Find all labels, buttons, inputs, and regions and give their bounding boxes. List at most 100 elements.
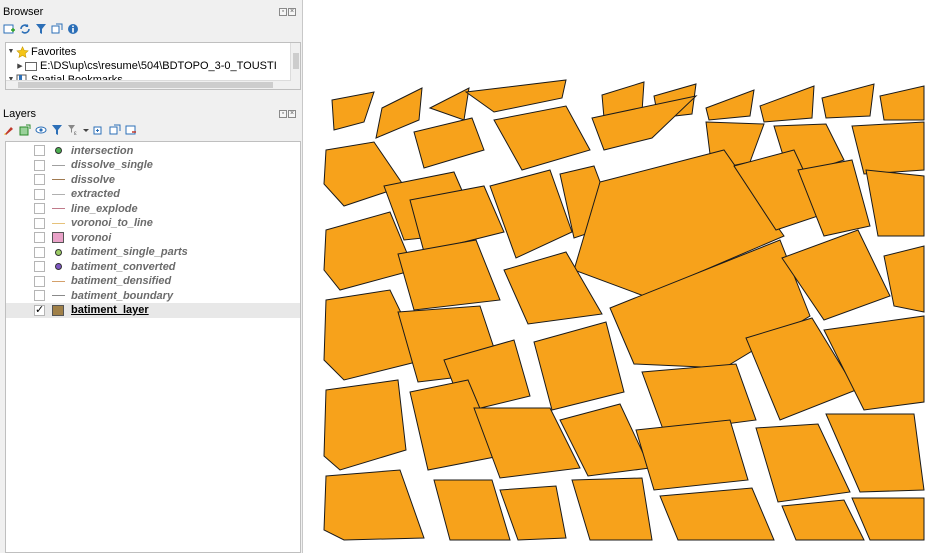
layer-item[interactable]: voronoi_to_line [6, 216, 300, 231]
layer-item[interactable]: dissolve_single [6, 158, 300, 173]
fill-symbol-icon [51, 232, 65, 243]
star-icon [16, 45, 29, 58]
layer-visibility-checkbox[interactable] [34, 159, 45, 171]
chevron-down-icon[interactable]: ▼ [6, 48, 16, 55]
layer-name: batiment_boundary [71, 289, 174, 302]
info-icon[interactable] [67, 23, 79, 35]
float-icon[interactable]: ▫ [279, 8, 287, 16]
point-symbol-icon [51, 247, 65, 258]
float-icon[interactable]: ▫ [279, 110, 287, 118]
layer-item[interactable]: batiment_layer [6, 302, 300, 318]
building-block [533, 321, 625, 411]
add-selected-layers-icon[interactable] [3, 23, 15, 35]
layer-item[interactable]: intersection [6, 143, 300, 158]
layer-item[interactable]: line_explode [6, 201, 300, 216]
collapse-all-icon[interactable] [51, 23, 63, 35]
layer-visibility-checkbox[interactable] [34, 174, 45, 185]
layer-item[interactable]: voronoi [6, 230, 300, 245]
line-symbol-icon [51, 276, 65, 287]
building-block [865, 169, 925, 237]
layer-name: dissolve_single [71, 159, 153, 171]
layer-name: dissolve [71, 173, 116, 186]
browser-tree[interactable]: ▼ Favorites ▶ E:\DS\up\cs\resume\504\BDT… [5, 42, 301, 90]
style-brush-icon[interactable] [3, 124, 15, 136]
layer-item[interactable]: batiment_densified [6, 274, 300, 289]
building-block [851, 121, 925, 175]
layer-item[interactable]: dissolve [6, 172, 300, 187]
scrollbar-thumb[interactable] [293, 53, 299, 69]
line-symbol-icon [51, 189, 65, 200]
layer-name: intersection [71, 144, 134, 157]
layer-name: batiment_layer [71, 304, 149, 316]
layer-visibility-checkbox[interactable] [34, 246, 45, 258]
building-block [397, 239, 501, 311]
tree-item-label: Favorites [31, 45, 77, 58]
building-block [489, 169, 573, 259]
layer-name: line_explode [71, 202, 138, 215]
refresh-icon[interactable] [19, 23, 31, 35]
building-block [883, 245, 925, 313]
layer-item[interactable]: batiment_converted [6, 259, 300, 274]
layers-dock-controls: ▫ × [279, 110, 296, 118]
line-symbol-icon [51, 218, 65, 229]
building-block [413, 117, 485, 169]
building-block [659, 487, 775, 541]
layer-item[interactable]: batiment_single_parts [6, 245, 300, 260]
remove-layer-icon[interactable] [125, 124, 137, 136]
building-block [493, 105, 591, 171]
svg-text:ε: ε [74, 131, 77, 136]
add-group-icon[interactable] [19, 124, 31, 136]
line-symbol-icon [51, 174, 65, 185]
filter-expression-icon[interactable]: ε [67, 124, 79, 137]
folder-icon [25, 60, 37, 72]
tree-item-favorites[interactable]: ▼ Favorites [6, 45, 77, 58]
browser-vertical-scrollbar[interactable] [290, 43, 300, 89]
building-block [797, 159, 871, 237]
collapse-all-icon[interactable] [109, 124, 121, 136]
layer-visibility-checkbox[interactable] [34, 232, 45, 243]
building-block [323, 379, 407, 471]
map-canvas[interactable] [304, 0, 928, 553]
layer-visibility-checkbox[interactable] [34, 261, 45, 272]
layers-toolbar: ε [3, 123, 137, 137]
building-block [641, 363, 757, 433]
chevron-right-icon[interactable]: ▶ [15, 62, 25, 70]
layer-visibility-checkbox[interactable] [34, 303, 45, 316]
building-block [781, 499, 865, 541]
manage-visibility-icon[interactable] [35, 124, 47, 136]
scrollbar-thumb[interactable] [18, 82, 273, 88]
point-symbol-icon [51, 261, 65, 272]
layers-list[interactable]: intersection dissolve_single dissolve extra… [5, 141, 301, 553]
close-icon[interactable]: × [288, 8, 296, 16]
building-block [428, 87, 470, 121]
building-block [705, 89, 755, 121]
left-panel: Browser ▫ × ▼ Favorites ▶ E:\DS\up\cs\re… [0, 0, 303, 553]
layer-name: voronoi [71, 231, 112, 244]
line-symbol-icon [51, 160, 65, 171]
close-icon[interactable]: × [288, 110, 296, 118]
browser-dock-controls: ▫ × [279, 8, 296, 16]
layer-name: batiment_converted [71, 260, 176, 273]
layer-visibility-checkbox[interactable] [34, 145, 45, 156]
line-symbol-icon [51, 290, 65, 301]
layer-item[interactable]: batiment_boundary [6, 288, 300, 303]
layer-name: batiment_single_parts [71, 246, 188, 258]
building-block [821, 83, 875, 119]
building-block [851, 497, 925, 541]
dropdown-arrow-icon[interactable] [83, 124, 89, 136]
layer-visibility-checkbox[interactable] [34, 188, 45, 200]
layer-name: batiment_densified [71, 275, 172, 287]
layer-visibility-checkbox[interactable] [34, 290, 45, 301]
filter-icon[interactable] [35, 23, 47, 35]
browser-horizontal-scrollbar[interactable] [6, 80, 291, 89]
filter-legend-icon[interactable] [51, 124, 63, 136]
expand-all-icon[interactable] [93, 124, 105, 136]
layer-visibility-checkbox[interactable] [34, 217, 45, 229]
layer-visibility-checkbox[interactable] [34, 275, 45, 287]
browser-toolbar [3, 22, 79, 36]
layer-item[interactable]: extracted [6, 187, 300, 202]
building-block [759, 85, 815, 123]
tree-item-folder[interactable]: ▶ E:\DS\up\cs\resume\504\BDTOPO_3-0_TOUS… [15, 59, 277, 72]
building-block [879, 85, 925, 121]
layer-visibility-checkbox[interactable] [34, 203, 45, 214]
